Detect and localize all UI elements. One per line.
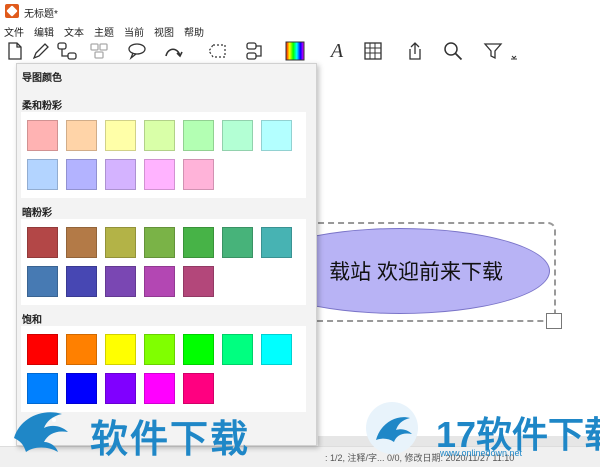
color-swatch[interactable]	[105, 120, 136, 151]
color-swatch[interactable]	[183, 120, 214, 151]
color-swatch[interactable]	[144, 120, 175, 151]
selection-box	[290, 222, 556, 322]
color-swatch[interactable]	[66, 334, 97, 365]
swatch-group-dark-pastel	[21, 219, 306, 305]
color-palette-icon[interactable]	[284, 40, 306, 62]
menu-text[interactable]: 文本	[64, 24, 84, 39]
window-title: 无标题*	[24, 9, 58, 20]
watermark-left-text: 软件下载	[90, 419, 251, 461]
toolbar: A	[0, 38, 600, 66]
app-logo-icon	[5, 4, 19, 18]
font-glyph: A	[330, 39, 344, 62]
menu-current[interactable]: 当前	[124, 24, 144, 39]
dragon-logo-icon	[366, 402, 418, 454]
color-swatch[interactable]	[66, 120, 97, 151]
color-swatch[interactable]	[144, 334, 175, 365]
section-title-dark-pastel: 暗粉彩	[22, 208, 52, 219]
menu-file[interactable]: 文件	[4, 24, 24, 39]
menu-help[interactable]: 帮助	[184, 24, 204, 39]
color-swatch[interactable]	[27, 227, 58, 258]
callout-icon[interactable]	[126, 40, 148, 62]
color-swatch[interactable]	[27, 266, 58, 297]
boundary-icon[interactable]	[206, 40, 228, 62]
dragon-logo-icon	[14, 412, 68, 452]
structure-icon[interactable]	[244, 40, 266, 62]
font-icon[interactable]: A	[326, 40, 348, 62]
color-swatch[interactable]	[261, 120, 292, 151]
panel-header: 导图颜色	[22, 73, 62, 84]
filter-icon[interactable]	[482, 40, 504, 62]
group-icon[interactable]	[88, 40, 110, 62]
menu-bar: 文件 编辑 文本 主题 当前 视图 帮助	[0, 22, 600, 39]
color-swatch[interactable]	[144, 227, 175, 258]
color-panel: 导图颜色 柔和粉彩 暗粉彩 饱和	[16, 63, 317, 446]
color-swatch[interactable]	[144, 266, 175, 297]
color-swatch[interactable]	[105, 227, 136, 258]
color-swatch[interactable]	[183, 227, 214, 258]
search-icon[interactable]	[442, 40, 464, 62]
watermark-right-url: www.onlinedown.net	[440, 448, 523, 458]
color-swatch[interactable]	[183, 159, 214, 190]
swatch-group-soft-pastel	[21, 112, 306, 198]
color-swatch[interactable]	[183, 266, 214, 297]
watermark-right: 17软件下载 www.onlinedown.net	[364, 398, 600, 460]
color-swatch[interactable]	[66, 266, 97, 297]
color-swatch[interactable]	[222, 334, 253, 365]
menu-topic[interactable]: 主题	[94, 24, 114, 39]
table-icon[interactable]	[362, 40, 384, 62]
share-icon[interactable]	[404, 40, 426, 62]
color-swatch[interactable]	[222, 120, 253, 151]
menu-edit[interactable]: 编辑	[34, 24, 54, 39]
color-swatch[interactable]	[105, 334, 136, 365]
watermark-left: 软件下载	[6, 398, 286, 461]
section-title-saturated: 饱和	[22, 315, 42, 326]
color-swatch[interactable]	[261, 334, 292, 365]
pen-edit-icon[interactable]	[30, 40, 52, 62]
color-swatch[interactable]	[27, 334, 58, 365]
color-swatch[interactable]	[27, 120, 58, 151]
color-swatch[interactable]	[183, 334, 214, 365]
color-swatch[interactable]	[222, 227, 253, 258]
section-title-soft-pastel: 柔和粉彩	[22, 101, 62, 112]
toolbar-overflow-icon[interactable]	[508, 46, 520, 68]
color-swatch[interactable]	[66, 159, 97, 190]
connector-icon[interactable]	[56, 40, 78, 62]
color-swatch[interactable]	[27, 159, 58, 190]
relationship-icon[interactable]	[162, 40, 184, 62]
title-bar: 无标题*	[0, 0, 600, 23]
color-swatch[interactable]	[105, 159, 136, 190]
resize-handle[interactable]	[546, 313, 562, 329]
new-doc-icon[interactable]	[4, 40, 26, 62]
menu-view[interactable]: 视图	[154, 24, 174, 39]
color-swatch[interactable]	[261, 227, 292, 258]
color-swatch[interactable]	[144, 159, 175, 190]
color-swatch[interactable]	[66, 227, 97, 258]
color-swatch[interactable]	[105, 266, 136, 297]
